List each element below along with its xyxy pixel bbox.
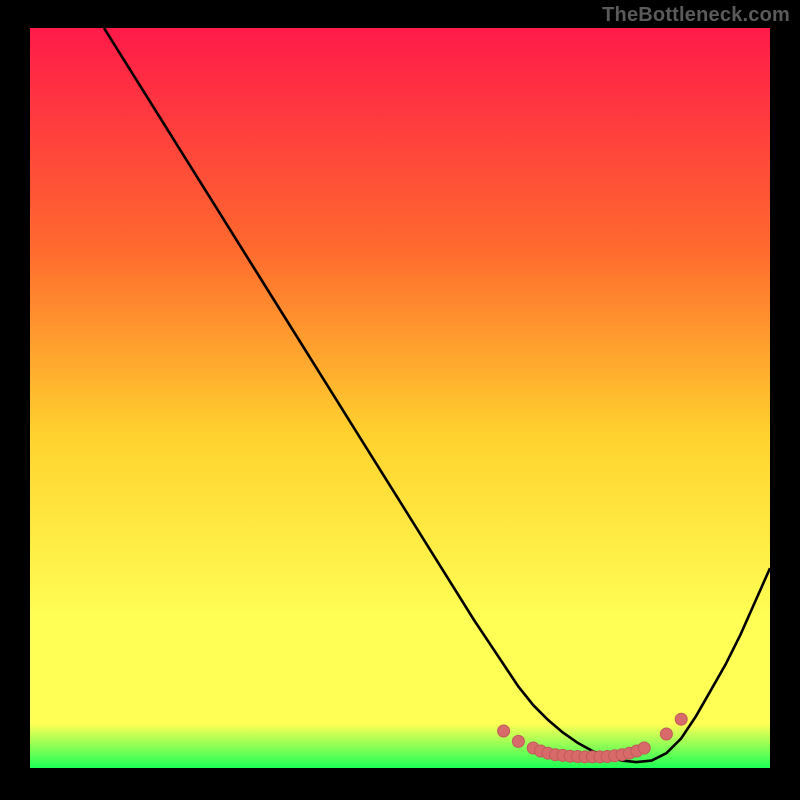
marker-point [660, 728, 672, 740]
marker-point [512, 735, 524, 747]
chart-area [30, 28, 770, 768]
gradient-background [30, 28, 770, 768]
marker-point [498, 725, 510, 737]
marker-point [675, 713, 687, 725]
bottleneck-chart-svg [30, 28, 770, 768]
credit-text: TheBottleneck.com [602, 4, 790, 27]
marker-point [638, 742, 650, 754]
